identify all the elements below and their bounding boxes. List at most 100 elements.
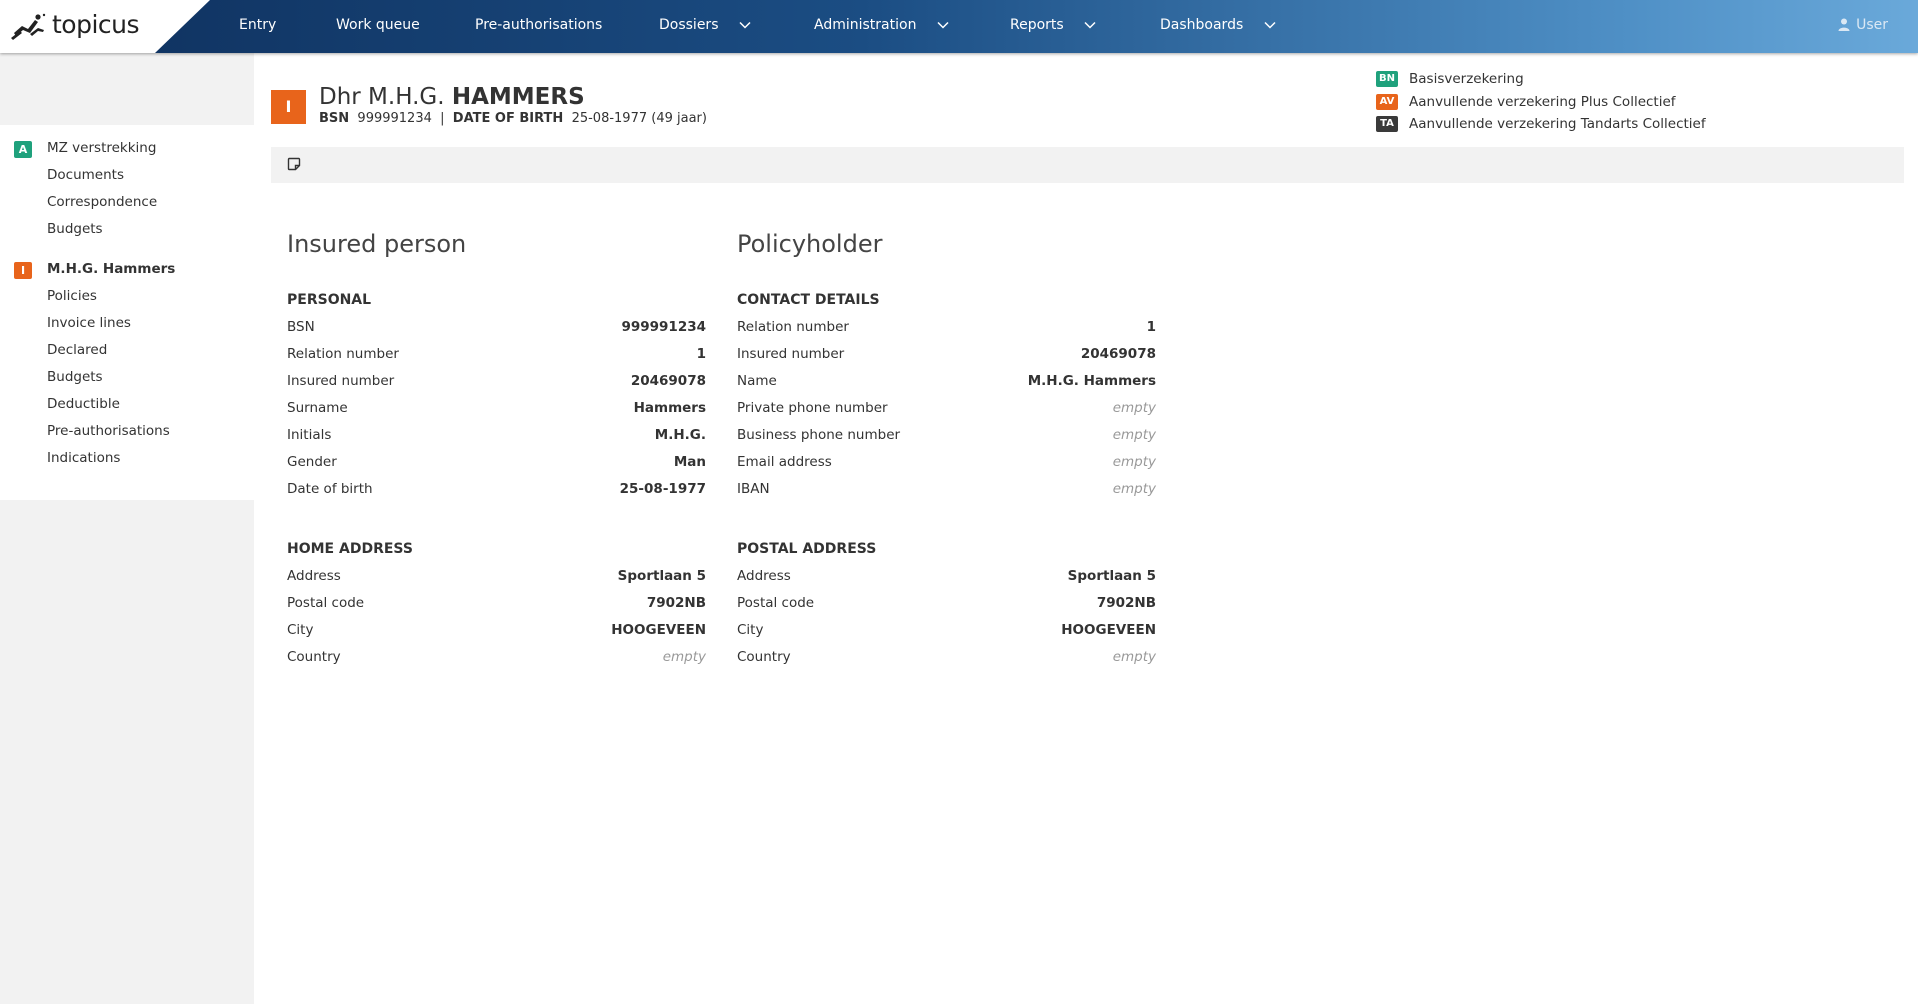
field-row: Country empty [287,644,706,671]
field-row: Country empty [737,644,1156,671]
sidebar-item-invoice-lines[interactable]: Invoice lines [0,310,254,337]
sidebar-item-budgets[interactable]: Budgets [0,364,254,391]
nav-administration[interactable]: Administration [814,0,949,53]
nav-dossiers[interactable]: Dossiers [659,0,751,53]
sidebar-item-label: Budgets [47,221,103,237]
policy-name: Aanvullende verzekering Plus Collectief [1409,93,1676,110]
field-row: City HOOGEVEEN [737,617,1156,644]
field-label: Private phone number [737,400,888,416]
bsn-label: BSN [319,111,350,126]
user-icon [1838,18,1850,31]
sidebar-item-person[interactable]: I M.H.G. Hammers [0,256,254,283]
sidebar-item-label: M.H.G. Hammers [47,261,176,277]
field-value: 7902NB [1096,595,1156,611]
note-icon[interactable] [287,157,301,171]
nav-label: Dashboards [1160,17,1244,33]
person-surname: HAMMERS [451,84,585,110]
nav-label: Pre-authorisations [475,17,603,33]
policy-item: AV Aanvullende verzekering Plus Collecti… [1376,92,1706,115]
field-value: Man [673,454,706,470]
field-row: Email address empty [737,449,1156,476]
chevron-down-icon [1084,21,1096,29]
field-value: 7902NB [646,595,706,611]
home-address-list: Address Sportlaan 5 Postal code 7902NB City H… [287,563,706,671]
contact-details-list: Relation number 1 Insured number 20469078 Na… [737,314,1156,503]
sidebar-item-declared[interactable]: Declared [0,337,254,364]
policyholder-panel: Policyholder CONTACT DETAILS Relation nu… [737,230,1156,671]
section-heading: Insured person [287,230,467,258]
sidebar-group-mz: A MZ verstrekking Documents Corresponden… [0,135,254,243]
field-value: 1 [696,346,706,362]
nav-dashboards[interactable]: Dashboards [1160,0,1276,53]
sidebar-group-person: I M.H.G. Hammers Policies Invoice lines … [0,256,254,472]
section-heading: Policyholder [737,230,883,258]
field-label: Surname [287,400,348,416]
policy-badge: TA [1376,116,1398,132]
field-value: 1 [1146,319,1156,335]
field-label: Initials [287,427,332,443]
sidebar-item-pre-authorisations[interactable]: Pre-authorisations [0,418,254,445]
chevron-down-icon [1264,21,1276,29]
field-label: Country [737,649,791,665]
sidebar-menu: A MZ verstrekking Documents Corresponden… [0,125,254,500]
field-row: Insured number 20469078 [287,368,706,395]
nav-pre-authorisations[interactable]: Pre-authorisations [475,0,602,53]
sidebar-item-deductible[interactable]: Deductible [0,391,254,418]
sidebar-item-label: Indications [47,450,121,466]
field-label: Email address [737,454,832,470]
field-value: empty [1112,454,1156,470]
toolbar [271,147,1904,183]
field-row: Name M.H.G. Hammers [737,368,1156,395]
field-row: Private phone number empty [737,395,1156,422]
field-row: Relation number 1 [287,341,706,368]
sidebar-item-correspondence[interactable]: Correspondence [0,189,254,216]
sidebar-item-label: Budgets [47,369,103,385]
field-value: 25-08-1977 [619,481,706,497]
field-label: Insured number [287,373,395,389]
field-row: IBAN empty [737,476,1156,503]
nav-work-queue[interactable]: Work queue [336,0,420,53]
field-row: Postal code 7902NB [737,590,1156,617]
status-badge: I [14,262,32,279]
policy-name: Aanvullende verzekering Tandarts Collect… [1409,116,1706,132]
field-value: empty [1112,400,1156,416]
field-row: Address Sportlaan 5 [287,563,706,590]
sidebar: A MZ verstrekking Documents Corresponden… [0,53,254,1004]
bsn-value: 999991234 [357,111,432,126]
nav-entry[interactable]: Entry [239,0,276,53]
user-menu[interactable]: User [1838,0,1888,53]
sidebar-item-label: Deductible [47,396,120,412]
sidebar-item-indications[interactable]: Indications [0,445,254,472]
field-value: Hammers [633,400,706,416]
user-label: User [1856,17,1888,33]
person-badge: I [271,90,306,124]
sidebar-item-label: MZ verstrekking [47,140,157,156]
sidebar-item-label: Declared [47,342,108,358]
sidebar-item-budgets[interactable]: Budgets [0,216,254,243]
policy-item: TA Aanvullende verzekering Tandarts Coll… [1376,114,1706,137]
field-value: Sportlaan 5 [1067,568,1156,584]
field-label: Address [287,568,341,584]
field-label: Insured number [737,346,845,362]
field-row: City HOOGEVEEN [287,617,706,644]
sidebar-item-documents[interactable]: Documents [0,162,254,189]
sidebar-item-mz-verstrekking[interactable]: A MZ verstrekking [0,135,254,162]
policy-badge: BN [1376,71,1398,87]
field-label: City [737,622,764,638]
separator: | [440,111,445,126]
field-row: Initials M.H.G. [287,422,706,449]
field-row: Postal code 7902NB [287,590,706,617]
field-label: Name [737,373,777,389]
field-row: Surname Hammers [287,395,706,422]
field-label: Postal code [287,595,365,611]
sidebar-item-policies[interactable]: Policies [0,283,254,310]
field-label: City [287,622,314,638]
personal-heading: PERSONAL [287,292,372,308]
field-label: Gender [287,454,337,470]
field-value: HOOGEVEEN [611,622,706,638]
field-value: M.H.G. [654,427,706,443]
nav-reports[interactable]: Reports [1010,0,1096,53]
field-value: empty [1112,427,1156,443]
nav-label: Entry [239,17,277,33]
chevron-down-icon [739,21,751,29]
